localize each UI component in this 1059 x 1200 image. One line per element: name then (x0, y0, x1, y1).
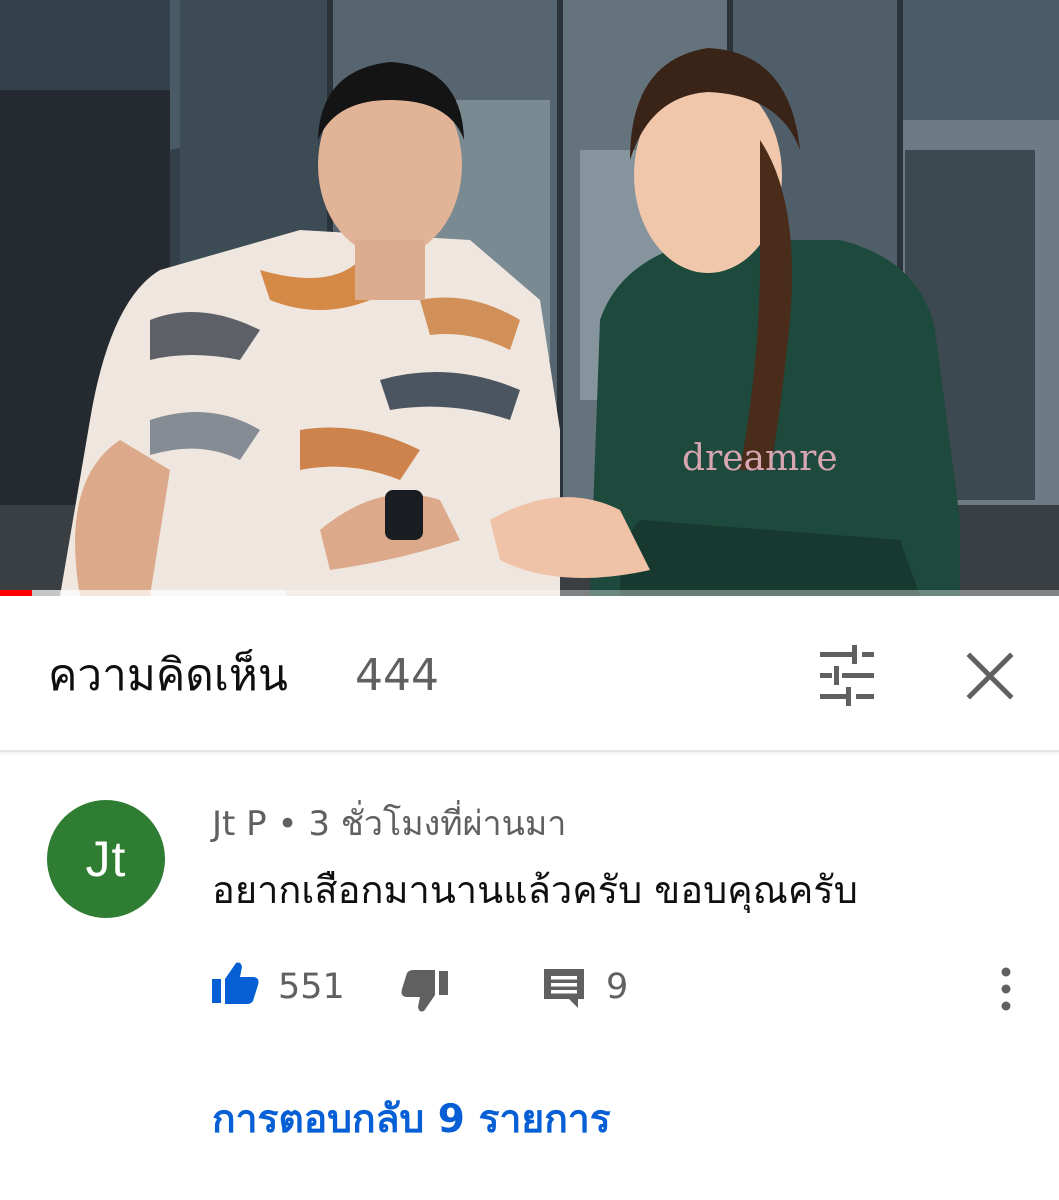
avatar[interactable]: Jt (47, 800, 165, 918)
avatar-initials: Jt (85, 831, 127, 887)
comments-title: ความคิดเห็น (48, 650, 288, 701)
comments-count: 444 (355, 650, 439, 701)
more-options-button[interactable] (986, 959, 1026, 1015)
comment-actions: 551 9 (0, 955, 1059, 1019)
like-count: 551 (278, 967, 345, 1007)
comment-author-meta: Jt P • 3 ชั่วโมงที่ผ่านมา (212, 804, 567, 844)
thumbs-up-icon (212, 962, 259, 1004)
like-button[interactable] (208, 957, 264, 1013)
sort-comments-button[interactable] (812, 641, 882, 711)
close-comments-button[interactable] (955, 641, 1025, 711)
comment-text: อยากเสือกมานานแล้วครับ ขอบคุณครับ (212, 868, 858, 912)
comment-reply-icon (544, 969, 584, 1008)
dislike-button[interactable] (396, 961, 452, 1017)
view-replies-link[interactable]: การตอบกลับ 9 รายการ (212, 1090, 611, 1150)
reply-button[interactable] (540, 959, 590, 1015)
reply-count: 9 (606, 967, 629, 1007)
thumbs-down-icon (401, 970, 448, 1012)
close-icon (966, 652, 1014, 700)
shirt-print-text: dreamre (682, 438, 838, 479)
more-vert-icon (1001, 967, 1011, 1011)
sort-tune-icon (820, 645, 874, 706)
comments-header: ความคิดเห็น 444 (0, 596, 1059, 752)
video-frame: dreamre (0, 0, 1059, 596)
video-player[interactable]: dreamre (0, 0, 1059, 596)
